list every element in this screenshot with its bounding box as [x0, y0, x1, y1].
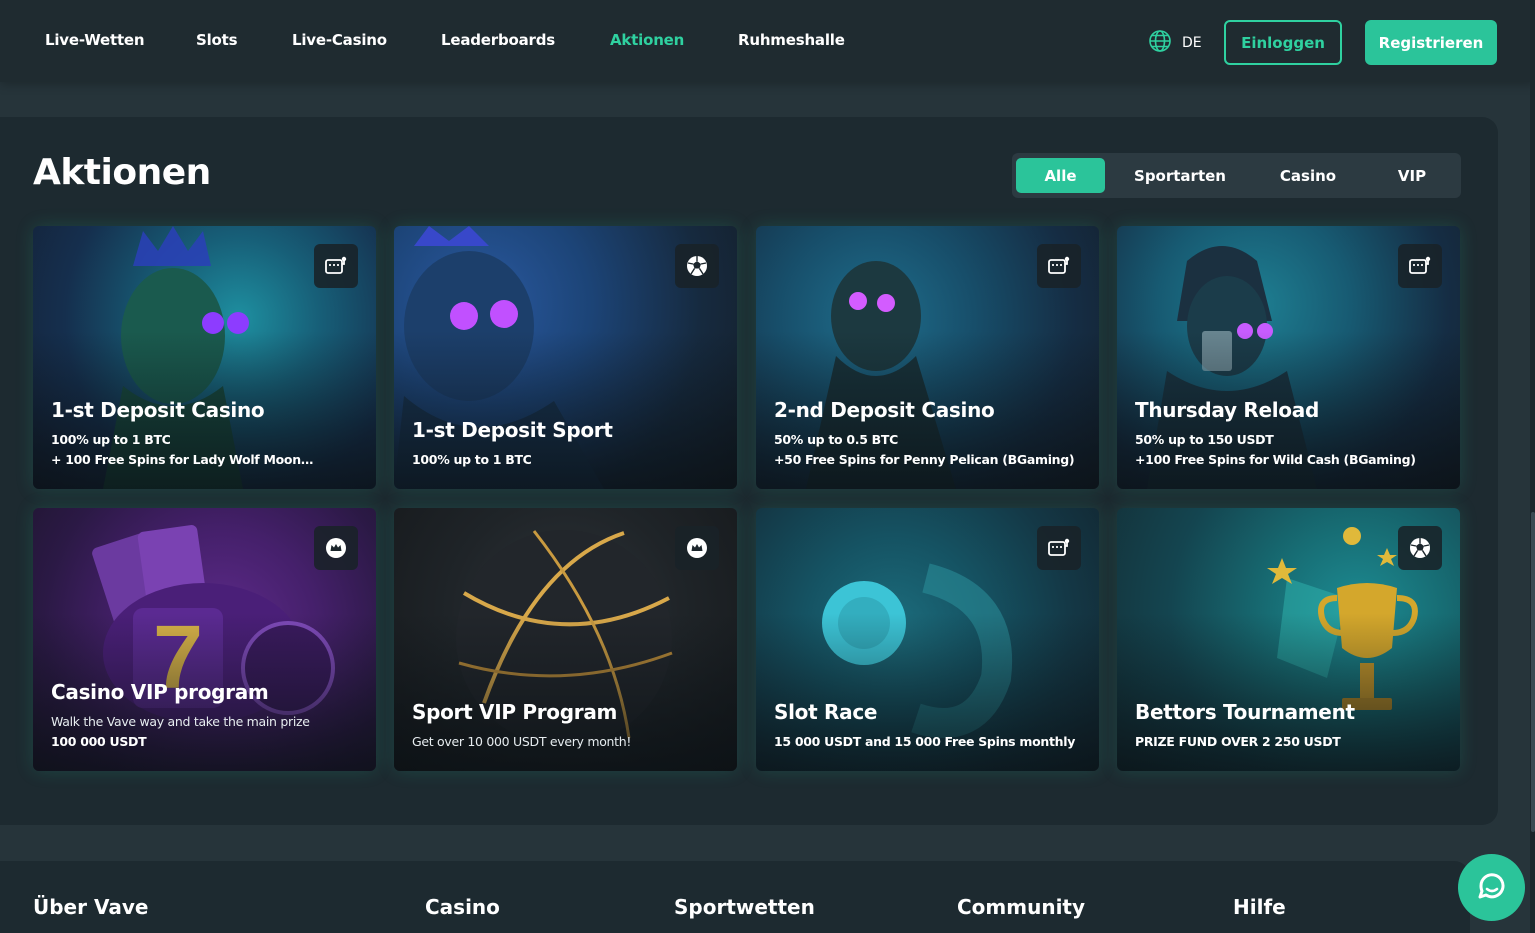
login-button[interactable]: Einloggen: [1224, 20, 1342, 65]
slot-machine-icon: [1037, 526, 1081, 570]
promotion-filter-tabs: Alle Sportarten Casino VIP: [1012, 153, 1461, 198]
footer-heading-community[interactable]: Community: [957, 895, 1085, 919]
promo-title: 1-st Deposit Casino: [51, 398, 265, 422]
nav-item-leaderboards[interactable]: Leaderboards: [441, 31, 555, 49]
promo-subtitle: PRIZE FUND OVER 2 250 USDT: [1135, 734, 1341, 749]
chat-bubble-icon: [1475, 869, 1509, 907]
slot-machine-icon: [314, 244, 358, 288]
page-title: Aktionen: [33, 152, 211, 193]
footer-heading-sportwetten[interactable]: Sportwetten: [674, 895, 815, 919]
footer-heading-casino[interactable]: Casino: [425, 895, 500, 919]
promo-title: Bettors Tournament: [1135, 700, 1355, 724]
promo-subtitle: 15 000 USDT and 15 000 Free Spins monthl…: [774, 734, 1076, 749]
footer-heading-hilfe[interactable]: Hilfe: [1233, 895, 1286, 919]
crown-icon: [675, 526, 719, 570]
promo-title: Thursday Reload: [1135, 398, 1319, 422]
nav-item-live-casino[interactable]: Live-Casino: [292, 31, 387, 49]
promo-detail: +50 Free Spins for Penny Pelican (BGamin…: [774, 452, 1075, 467]
nav-item-aktionen[interactable]: Aktionen: [610, 31, 684, 49]
filter-tab-sportarten[interactable]: Sportarten: [1120, 158, 1240, 193]
slot-machine-icon: [1037, 244, 1081, 288]
promo-card-1st-deposit-casino[interactable]: 1-st Deposit Casino 100% up to 1 BTC + 1…: [33, 226, 376, 489]
promo-title: 1-st Deposit Sport: [412, 418, 613, 442]
promo-subtitle: 100% up to 1 BTC: [51, 432, 171, 447]
promo-card-2nd-deposit-casino[interactable]: 2-nd Deposit Casino 50% up to 0.5 BTC +5…: [756, 226, 1099, 489]
promo-detail: +100 Free Spins for Wild Cash (BGaming): [1135, 452, 1416, 467]
slot-machine-icon: [1398, 244, 1442, 288]
promo-card-casino-vip-program[interactable]: 7 Casino VIP program Walk the Vave way a…: [33, 508, 376, 771]
register-button[interactable]: Registrieren: [1365, 20, 1497, 65]
soccer-ball-icon: [1398, 526, 1442, 570]
promo-subtitle: Walk the Vave way and take the main priz…: [51, 714, 310, 729]
nav-item-ruhmeshalle[interactable]: Ruhmeshalle: [738, 31, 845, 49]
promo-detail: + 100 Free Spins for Lady Wolf Moon…: [51, 452, 314, 467]
promo-card-slot-race[interactable]: Slot Race 15 000 USDT and 15 000 Free Sp…: [756, 508, 1099, 771]
promo-subtitle: Get over 10 000 USDT every month!: [412, 734, 632, 749]
nav-item-live-wetten[interactable]: Live-Wetten: [45, 31, 145, 49]
footer-heading-uber-vave[interactable]: Über Vave: [33, 895, 148, 919]
promo-subtitle: 100% up to 1 BTC: [412, 452, 532, 467]
scrollbar-thumb[interactable]: [1531, 512, 1535, 832]
promo-title: Casino VIP program: [51, 680, 269, 704]
crown-icon: [314, 526, 358, 570]
promo-title: Slot Race: [774, 700, 878, 724]
language-code: DE: [1182, 35, 1202, 51]
globe-icon: [1148, 29, 1172, 57]
language-selector[interactable]: DE: [1148, 29, 1202, 57]
promo-detail: 100 000 USDT: [51, 734, 147, 749]
promo-card-thursday-reload[interactable]: Thursday Reload 50% up to 150 USDT +100 …: [1117, 226, 1460, 489]
nav-item-slots[interactable]: Slots: [196, 31, 238, 49]
promo-card-bettors-tournament[interactable]: Bettors Tournament PRIZE FUND OVER 2 250…: [1117, 508, 1460, 771]
promo-card-sport-vip-program[interactable]: Sport VIP Program Get over 10 000 USDT e…: [394, 508, 737, 771]
promo-card-1st-deposit-sport[interactable]: 1-st Deposit Sport 100% up to 1 BTC: [394, 226, 737, 489]
promo-subtitle: 50% up to 0.5 BTC: [774, 432, 899, 447]
chat-support-button[interactable]: [1458, 854, 1525, 921]
filter-tab-vip[interactable]: VIP: [1377, 158, 1447, 193]
promo-subtitle: 50% up to 150 USDT: [1135, 432, 1274, 447]
filter-tab-casino[interactable]: Casino: [1262, 158, 1354, 193]
promo-title: 2-nd Deposit Casino: [774, 398, 995, 422]
soccer-ball-icon: [675, 244, 719, 288]
top-navigation-bar: Live-Wetten Slots Live-Casino Leaderboar…: [0, 0, 1535, 82]
filter-tab-alle[interactable]: Alle: [1016, 158, 1105, 193]
promo-title: Sport VIP Program: [412, 700, 618, 724]
